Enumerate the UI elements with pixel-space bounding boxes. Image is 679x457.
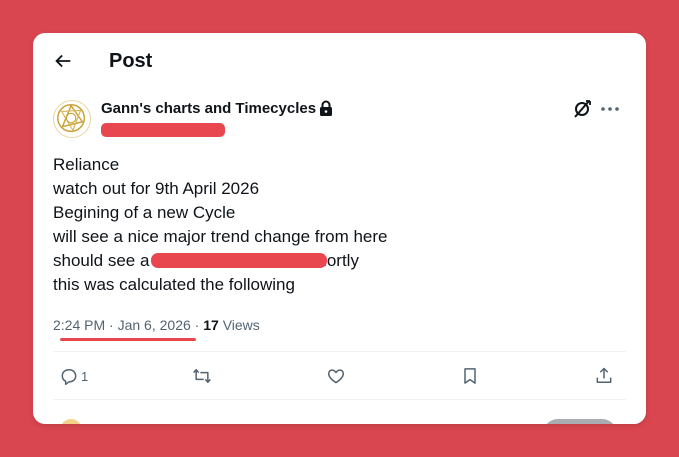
arrow-left-icon[interactable] bbox=[52, 50, 74, 72]
divider bbox=[53, 399, 626, 400]
reply-button[interactable]: 1 bbox=[59, 365, 88, 387]
like-button[interactable] bbox=[326, 365, 346, 387]
page-title: Post bbox=[109, 50, 153, 72]
avatar[interactable] bbox=[53, 100, 91, 138]
post-line: watch out for 9th April 2026 bbox=[53, 179, 260, 198]
timestamp-underline-mark bbox=[60, 338, 196, 341]
post-line-redacted: should see a shortly bbox=[53, 249, 623, 273]
post-line: Reliance bbox=[53, 155, 120, 174]
meta-separator: · bbox=[194, 317, 204, 333]
bookmark-icon bbox=[464, 368, 476, 384]
grok-icon[interactable] bbox=[572, 99, 592, 119]
post-date[interactable]: Jan 6, 2026 bbox=[118, 317, 191, 333]
redacted-text bbox=[151, 253, 327, 268]
reply-count: 1 bbox=[81, 368, 89, 384]
repost-icon bbox=[193, 369, 211, 383]
post-line-start: should see a bbox=[53, 251, 150, 270]
post-line: will see a nice major trend change from … bbox=[53, 227, 388, 246]
reply-icon bbox=[61, 369, 77, 386]
repost-button[interactable] bbox=[192, 365, 212, 387]
lock-icon bbox=[320, 100, 332, 116]
share-button[interactable] bbox=[594, 365, 614, 387]
post-line: Begining of a new Cycle bbox=[53, 203, 236, 222]
post-meta: 2:24 PM · Jan 6, 2026 · 17 Views bbox=[53, 315, 260, 335]
reply-submit-button[interactable] bbox=[543, 419, 617, 424]
post-text: Reliance watch out for 9th April 2026 Be… bbox=[53, 153, 623, 297]
meta-separator: · bbox=[109, 317, 118, 333]
share-icon bbox=[596, 367, 612, 383]
gold-geometric-logo-icon bbox=[57, 104, 86, 133]
post-card: Post Gann's charts and Timecycles Relian… bbox=[33, 33, 646, 424]
more-options-icon[interactable] bbox=[599, 99, 621, 119]
post-header: Post bbox=[33, 33, 646, 89]
post-time[interactable]: 2:24 PM bbox=[53, 317, 105, 333]
heart-icon bbox=[327, 369, 345, 384]
views-label: Views bbox=[222, 317, 260, 333]
redacted-handle bbox=[101, 123, 225, 137]
bookmark-button[interactable] bbox=[460, 365, 480, 387]
author-name[interactable]: Gann's charts and Timecycles bbox=[101, 99, 316, 119]
divider bbox=[53, 351, 626, 352]
reply-avatar[interactable] bbox=[60, 419, 82, 424]
post-line: this was calculated the following bbox=[53, 275, 295, 294]
views-count: 17 bbox=[203, 317, 219, 333]
